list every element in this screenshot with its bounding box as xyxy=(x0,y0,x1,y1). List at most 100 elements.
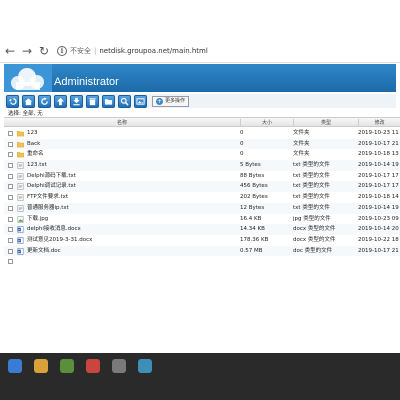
file-size: 5 Bytes xyxy=(240,162,261,169)
row-checkbox[interactable] xyxy=(8,184,13,190)
table-row[interactable]: 123.txt 5 Bytes txt 类型的文件 2019-10-14 19 xyxy=(4,160,400,171)
file-type: jpg 类型的文件 xyxy=(293,215,331,222)
explorer-icon[interactable] xyxy=(34,359,48,373)
file-list: 123 0 文件夹 2019-10-23 11 Back 0 文件夹 2019-10-17 2… xyxy=(4,128,400,267)
search-icon[interactable] xyxy=(118,94,131,108)
download-icon[interactable] xyxy=(70,94,83,108)
file-modified: 2019-10-18 14 xyxy=(358,194,399,201)
file-type: txt 类型的文件 xyxy=(293,194,330,201)
file-modified: 2019-10-14 19 xyxy=(358,162,399,169)
file-size: 178.36 KB xyxy=(240,236,269,243)
folder-icon xyxy=(16,130,25,137)
folder-icon xyxy=(16,141,25,148)
row-checkbox[interactable] xyxy=(8,141,13,147)
file-name[interactable]: 普通服务器ip.txt xyxy=(27,203,237,214)
upload-icon[interactable] xyxy=(54,94,67,108)
app-title: Administrator xyxy=(54,76,119,88)
home-icon[interactable] xyxy=(22,94,35,108)
row-checkbox[interactable] xyxy=(8,195,13,201)
back-icon[interactable] xyxy=(6,94,19,108)
column-type[interactable]: 类型 xyxy=(293,119,358,127)
text-file-icon xyxy=(17,172,24,180)
row-checkbox[interactable] xyxy=(8,173,13,179)
file-name[interactable]: 123 xyxy=(27,128,237,139)
new-folder-icon[interactable] xyxy=(102,94,115,108)
file-type: docx 类型的文件 xyxy=(293,226,336,233)
file-size: 456 Bytes xyxy=(240,183,268,190)
file-name[interactable]: Back xyxy=(27,139,237,150)
more-ops-button[interactable]: + 更多操作 xyxy=(152,95,190,107)
file-modified xyxy=(358,256,400,267)
file-name[interactable]: delphi接收消息.docx xyxy=(27,224,237,235)
table-row[interactable]: FTP文件要求.txt 202 Bytes txt 类型的文件 2019-10-18 … xyxy=(4,192,400,203)
more-ops-label: 更多操作 xyxy=(165,97,186,104)
file-type: txt 类型的文件 xyxy=(293,183,330,190)
app-icon[interactable] xyxy=(138,359,152,373)
row-checkbox[interactable] xyxy=(8,237,13,243)
row-checkbox[interactable] xyxy=(8,163,13,169)
app-icon[interactable] xyxy=(112,359,126,373)
table-row[interactable]: Delphi源码下载.txt 88 Bytes txt 类型的文件 2019-10-1… xyxy=(4,171,400,182)
table-row[interactable]: 123 0 文件夹 2019-10-23 11 xyxy=(4,128,400,139)
table-row[interactable] xyxy=(4,256,400,267)
cloud-logo-icon xyxy=(4,64,52,92)
file-name[interactable]: Delphi调试记录.txt xyxy=(27,181,237,192)
app-icon[interactable] xyxy=(60,359,74,373)
table-row[interactable]: 重命名 0 文件夹 2019-10-18 13 xyxy=(4,149,400,160)
file-name[interactable]: 更新文档.doc xyxy=(27,246,237,257)
file-size: 12 Bytes xyxy=(240,204,265,211)
word-doc-icon xyxy=(17,247,24,255)
selection-links[interactable]: 选择: 全部, 无 xyxy=(8,109,43,117)
row-checkbox[interactable] xyxy=(8,131,13,136)
url-separator: | xyxy=(94,47,97,55)
table-row[interactable]: Delphi调试记录.txt 456 Bytes txt 类型的文件 2019-10-… xyxy=(4,181,400,193)
file-type: txt 类型的文件 xyxy=(293,172,330,179)
table-row[interactable]: Back 0 文件夹 2019-10-17 21 xyxy=(4,138,400,150)
url-text[interactable]: netdisk.groupoa.net/main.html xyxy=(99,47,207,55)
start-icon[interactable] xyxy=(8,359,22,373)
browser-icon[interactable] xyxy=(86,359,100,373)
file-modified: 2019-10-14 20 xyxy=(358,226,399,233)
file-name[interactable]: 123.txt xyxy=(27,160,237,171)
word-doc-icon xyxy=(17,237,24,244)
file-size: 16.4 KB xyxy=(240,215,262,222)
file-name[interactable]: 重命名 xyxy=(27,149,237,160)
file-name[interactable]: 下载.jpg xyxy=(27,214,237,225)
refresh-icon[interactable] xyxy=(38,94,51,108)
info-icon[interactable]: i xyxy=(57,46,67,56)
file-name[interactable]: Delphi源码下载.txt xyxy=(27,171,237,182)
reload-icon[interactable]: ↻ xyxy=(37,43,51,59)
image-icon[interactable] xyxy=(134,94,147,108)
toolbar: + 更多操作 xyxy=(4,94,396,108)
file-type: txt 类型的文件 xyxy=(293,162,330,169)
file-name[interactable] xyxy=(27,256,237,267)
row-checkbox[interactable] xyxy=(8,248,13,254)
file-name[interactable]: 测试意见2019-3-31.docx xyxy=(27,235,237,246)
taskbar xyxy=(0,353,400,400)
file-modified: 2019-10-23 09 xyxy=(358,215,399,222)
table-row[interactable]: 更新文档.doc 0.57 MB doc 类型的文件 2019-10-17 21 xyxy=(4,245,400,257)
file-name[interactable]: FTP文件要求.txt xyxy=(27,192,237,203)
table-row[interactable]: delphi接收消息.docx 14.34 KB docx 类型的文件 2019-10… xyxy=(4,224,400,235)
column-name[interactable]: 名称 xyxy=(4,119,240,127)
table-row[interactable]: 测试意见2019-3-31.docx 178.36 KB docx 类型的文件 201… xyxy=(4,235,400,246)
row-checkbox[interactable] xyxy=(8,152,13,158)
table-row[interactable]: 下载.jpg 16.4 KB jpg 类型的文件 2019-10-23 09 xyxy=(4,214,400,225)
file-size: 0 xyxy=(240,151,244,158)
column-date[interactable]: 修改 xyxy=(358,119,400,127)
delete-icon[interactable] xyxy=(86,94,99,108)
row-checkbox[interactable] xyxy=(8,216,13,222)
address-bar: ← → ↻ i 不安全 | netdisk.groupoa.net/main.h… xyxy=(0,40,400,62)
file-modified: 2019-10-18 13 xyxy=(358,151,399,158)
table-row[interactable]: 普通服务器ip.txt 12 Bytes txt 类型的文件 2019-10-14 1… xyxy=(4,202,400,214)
browser-window: ← → ↻ i 不安全 | netdisk.groupoa.net/main.h… xyxy=(0,0,400,400)
image-file-icon xyxy=(17,215,24,223)
forward-arrow-icon[interactable]: → xyxy=(20,43,34,59)
file-modified: 2019-10-23 11 xyxy=(358,130,399,136)
back-arrow-icon[interactable]: ← xyxy=(3,43,17,59)
file-type: 文件夹 xyxy=(293,130,310,136)
row-checkbox[interactable] xyxy=(8,227,13,233)
row-checkbox[interactable] xyxy=(8,259,13,265)
row-checkbox[interactable] xyxy=(8,205,13,211)
column-size[interactable]: 大小 xyxy=(240,119,293,127)
